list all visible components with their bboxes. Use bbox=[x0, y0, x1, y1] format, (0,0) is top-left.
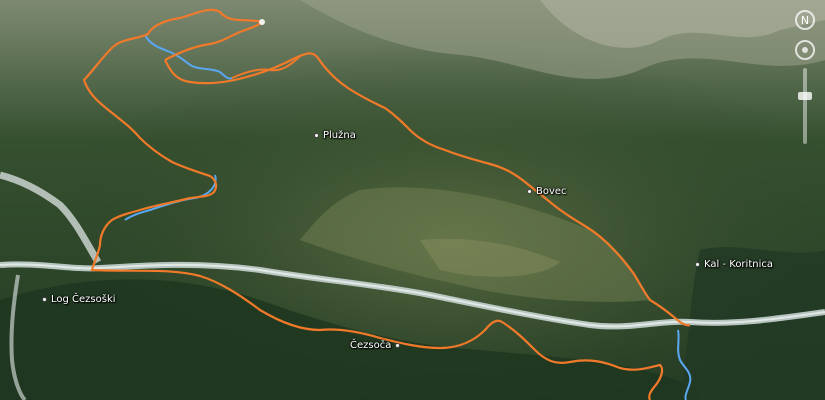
place-cezsoca[interactable]: Čezsoča bbox=[350, 340, 401, 351]
place-marker[interactable] bbox=[695, 262, 700, 267]
place-marker[interactable] bbox=[395, 343, 401, 348]
compass-icon[interactable]: N bbox=[795, 10, 815, 30]
place-marker[interactable] bbox=[314, 133, 319, 138]
place-label: Plužna bbox=[323, 130, 356, 141]
place-label: Log Čezsoški bbox=[51, 294, 116, 305]
place-log-cezsoski[interactable]: Log Čezsoški bbox=[42, 294, 116, 305]
place-label: Kal - Koritnica bbox=[704, 259, 773, 270]
satellite-map[interactable]: Plužna Bovec Kal - Koritnica Log Čezsošk… bbox=[0, 0, 825, 400]
place-bovec[interactable]: Bovec bbox=[527, 186, 567, 197]
place-pluzna[interactable]: Plužna bbox=[314, 130, 356, 141]
place-kal-koritnica[interactable]: Kal - Koritnica bbox=[695, 259, 773, 270]
look-icon[interactable] bbox=[795, 40, 815, 60]
compass-north-label: N bbox=[800, 13, 810, 27]
place-marker[interactable] bbox=[42, 297, 47, 302]
zoom-slider-icon[interactable] bbox=[803, 68, 807, 144]
place-marker[interactable] bbox=[527, 189, 532, 194]
place-label: Bovec bbox=[536, 186, 567, 197]
navigation-controls: N bbox=[790, 6, 820, 146]
map-terrain bbox=[0, 0, 825, 400]
zoom-slider-handle[interactable] bbox=[798, 92, 812, 100]
place-label: Čezsoča bbox=[350, 340, 392, 351]
